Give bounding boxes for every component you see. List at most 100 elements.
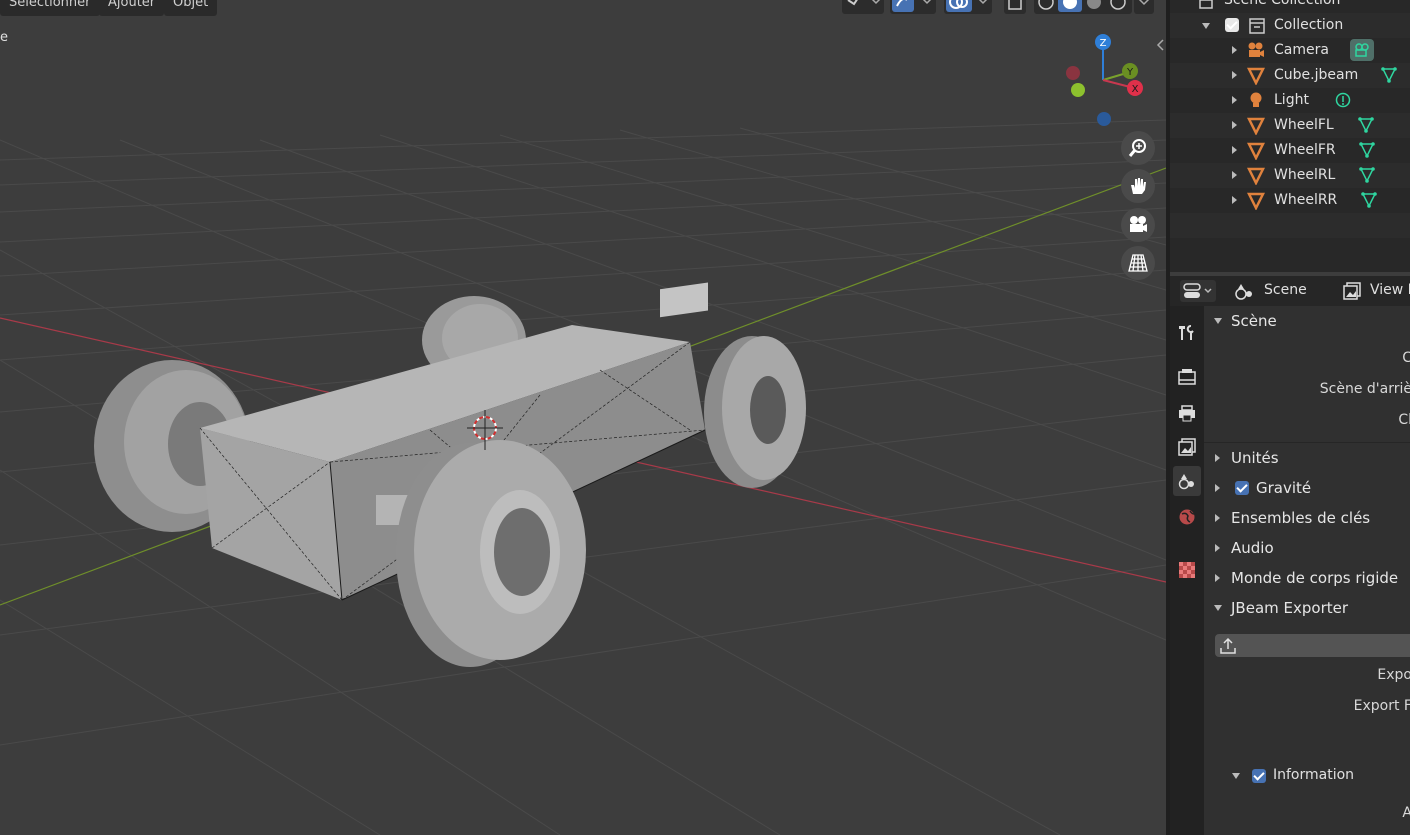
transform-pivot-button[interactable] <box>842 0 884 14</box>
collapse-icon[interactable] <box>1202 23 1210 29</box>
camera-view-button[interactable] <box>1121 208 1155 242</box>
y-axis-label: Y <box>1126 67 1134 78</box>
menu-object[interactable]: Objet <box>164 0 218 16</box>
mesh-data-icon[interactable] <box>1358 166 1376 184</box>
gravity-checkbox[interactable] <box>1235 481 1249 495</box>
mesh-data-icon[interactable] <box>1380 66 1398 84</box>
expand-icon <box>1215 574 1220 582</box>
shading-icons <box>1038 0 1126 12</box>
collapse-icon <box>1232 773 1240 779</box>
render-icon <box>1178 369 1196 385</box>
outliner-row-wheelrl[interactable]: WheelRL <box>1170 163 1410 188</box>
tab-tool[interactable] <box>1173 318 1201 348</box>
expand-icon[interactable] <box>1232 71 1237 79</box>
panel-audio-title: Audio <box>1231 539 1274 557</box>
outliner-item-label: Light <box>1274 92 1309 108</box>
tab-world[interactable] <box>1173 502 1201 532</box>
mesh-data-icon[interactable] <box>1360 191 1378 209</box>
active-clip-label: Cl <box>1398 412 1410 428</box>
panel-audio[interactable]: Audio <box>1204 533 1410 563</box>
export-f-option-label: Export F <box>1353 698 1410 714</box>
tab-output[interactable] <box>1173 398 1201 428</box>
hand-icon <box>1131 178 1146 194</box>
scene-icon <box>1235 284 1252 300</box>
tab-render[interactable] <box>1173 362 1201 392</box>
3d-viewport[interactable]: Sélectionner Ajouter Objet e Z Y X <box>0 0 1166 835</box>
zoom-button[interactable] <box>1121 131 1155 165</box>
panel-jbeam-exporter[interactable]: JBeam Exporter <box>1204 593 1410 623</box>
collapse-icon <box>1214 318 1222 324</box>
scene-collection-label: Scene Collection <box>1224 0 1341 8</box>
outliner-row-camera[interactable]: Camera <box>1170 38 1410 63</box>
wrench-screwdriver-icon <box>1179 325 1194 340</box>
snap-button[interactable] <box>890 0 936 14</box>
outliner-empty-row <box>1170 213 1410 238</box>
snap-icon <box>892 0 932 12</box>
outliner-row-wheelfr[interactable]: WheelFR <box>1170 138 1410 163</box>
panel-keying-sets[interactable]: Ensembles de clés <box>1204 503 1410 533</box>
sidebar-toggle-icon[interactable] <box>1154 38 1166 52</box>
outliner-row-cube-jbeam[interactable]: Cube.jbeam <box>1170 63 1410 88</box>
pan-button[interactable] <box>1121 169 1155 203</box>
information-checkbox[interactable] <box>1252 769 1266 783</box>
overlays-icon <box>946 0 988 12</box>
overlays-button[interactable] <box>944 0 992 14</box>
shading-modes[interactable] <box>1034 0 1132 14</box>
pivot-icon <box>847 0 881 6</box>
expand-icon[interactable] <box>1232 146 1237 154</box>
collection-label: Collection <box>1274 17 1344 33</box>
expand-icon[interactable] <box>1232 46 1237 54</box>
mesh-icon <box>1247 192 1265 210</box>
mesh-icon <box>1247 67 1265 85</box>
shading-options-dropdown[interactable] <box>1134 0 1154 14</box>
outliner-row-collection[interactable]: Collection <box>1170 13 1410 38</box>
collection-checkbox[interactable] <box>1225 18 1239 32</box>
camera-icon <box>1248 42 1264 57</box>
grid-icon <box>1128 254 1148 272</box>
export-button[interactable] <box>1215 634 1410 657</box>
editor-type-button[interactable] <box>1180 280 1216 302</box>
panel-scene[interactable]: Scène <box>1204 306 1410 336</box>
export-icon <box>1220 637 1236 654</box>
printer-icon <box>1179 405 1195 422</box>
expand-icon[interactable] <box>1232 171 1237 179</box>
view-layer-tab-label[interactable]: View L <box>1370 282 1410 298</box>
tab-scene[interactable] <box>1173 466 1201 496</box>
outliner-row-light[interactable]: Light <box>1170 88 1410 113</box>
panel-scene-title: Scène <box>1231 312 1277 330</box>
scene-icon <box>1178 474 1194 490</box>
menu-add[interactable]: Ajouter <box>99 0 165 16</box>
tab-view-layer[interactable] <box>1173 432 1201 462</box>
perspective-toggle-button[interactable] <box>1121 246 1155 280</box>
mesh-data-icon[interactable] <box>1357 116 1375 134</box>
menu-select[interactable]: Sélectionner <box>0 0 100 16</box>
panel-units-title: Unités <box>1231 449 1279 467</box>
light-data-icon[interactable] <box>1334 91 1352 109</box>
outliner-row-wheelfl[interactable]: WheelFL <box>1170 113 1410 138</box>
view-layer-icon <box>1178 438 1196 456</box>
outliner-item-label: Cube.jbeam <box>1274 67 1359 83</box>
panel-units[interactable]: Unités <box>1204 443 1410 473</box>
wheel-front-left <box>396 440 586 667</box>
panel-rigid-body-world[interactable]: Monde de corps rigide <box>1204 563 1410 593</box>
panel-rigid-body-world-title: Monde de corps rigide <box>1231 569 1399 587</box>
expand-icon[interactable] <box>1232 96 1237 104</box>
outliner-row-wheelrr[interactable]: WheelRR <box>1170 188 1410 213</box>
properties-editor-icon <box>1183 283 1212 298</box>
camera-data-icon[interactable] <box>1350 39 1374 61</box>
expand-icon[interactable] <box>1232 196 1237 204</box>
subpanel-information[interactable]: Information <box>1204 761 1410 791</box>
scene-tab-label[interactable]: Scene <box>1264 282 1307 298</box>
expand-icon <box>1215 484 1220 492</box>
mesh-data-icon[interactable] <box>1358 141 1376 159</box>
tab-texture[interactable] <box>1173 555 1201 585</box>
outliner-row-scene-collection[interactable]: Scene Collection <box>1170 0 1410 13</box>
expand-icon[interactable] <box>1232 121 1237 129</box>
navigation-gizmo[interactable]: Z Y X <box>1060 30 1150 130</box>
panel-gravity[interactable]: Gravité <box>1204 473 1410 503</box>
outliner[interactable]: Scene Collection Collection Camera Cube.… <box>1170 0 1410 272</box>
outliner-item-label: WheelFR <box>1274 142 1336 158</box>
properties-content[interactable]: Scène C Scène d'arriè Cl Unités Gravité … <box>1204 306 1410 835</box>
texture-checker-icon <box>1179 562 1195 578</box>
xray-toggle[interactable] <box>1004 0 1026 14</box>
